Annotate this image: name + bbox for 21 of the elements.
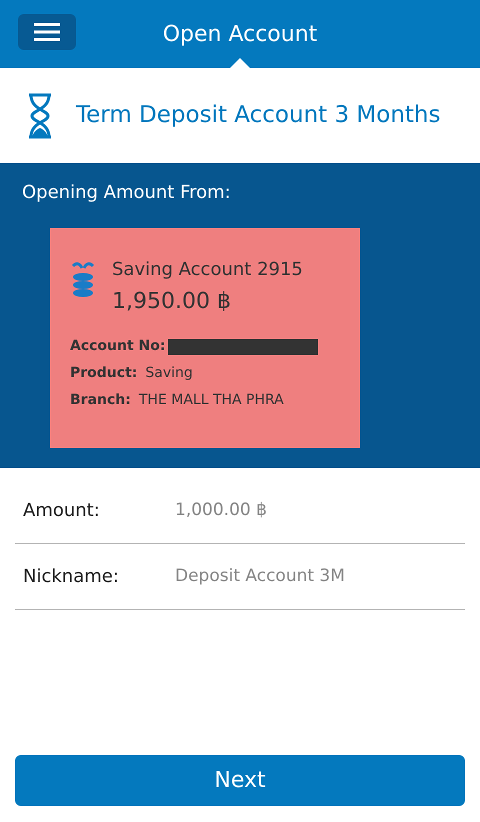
field-label: Nickname:	[22, 565, 120, 589]
page-title: Open Account	[162, 20, 318, 48]
branch-value: THE MALL THA PHRA	[138, 391, 284, 410]
hourglass-icon	[26, 92, 54, 140]
pointer-icon	[230, 58, 250, 68]
product-value: Saving	[145, 364, 193, 383]
menu-button[interactable]	[18, 14, 76, 50]
product-title: Term Deposit Account 3 Months	[76, 101, 440, 130]
input-field[interactable]: Deposit Account 3M	[175, 564, 465, 590]
source-label: Opening Amount From:	[22, 181, 232, 205]
account-card[interactable]: Saving Account 2915 1,950.00 ฿ Account No: Product: Saving Branch: THE MALL THA PHRA	[50, 228, 360, 448]
account-balance: 1,950.00 ฿	[112, 288, 232, 316]
account-name: Saving Account 2915	[112, 258, 303, 282]
input-field[interactable]: 1,000.00 ฿	[175, 498, 465, 524]
branch-label: Branch:	[70, 391, 131, 410]
coins-icon	[70, 260, 96, 298]
account-no-label: Account No:	[70, 337, 166, 356]
next-button[interactable]: Next	[15, 755, 465, 806]
product-label: Product:	[70, 364, 138, 383]
menu-icon	[34, 23, 60, 41]
field-label: Amount:	[22, 499, 101, 523]
